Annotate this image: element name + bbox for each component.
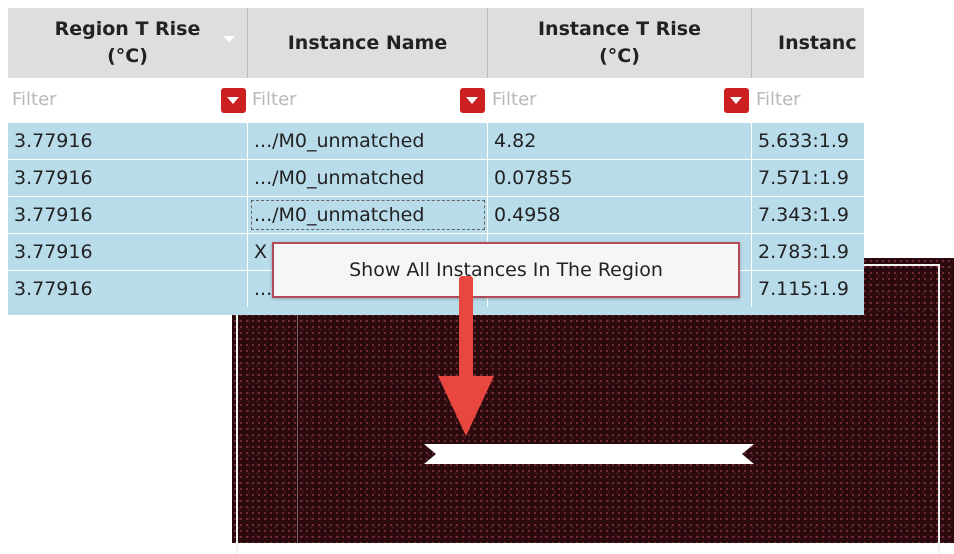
filter-placeholder: Filter xyxy=(12,89,57,110)
column-header-label: Region T Rise (°C) xyxy=(54,18,201,67)
cell-region-t-rise: 3.77916 xyxy=(8,271,248,307)
filter-input-region-t-rise[interactable]: Filter xyxy=(8,78,248,122)
column-header-region-t-rise[interactable]: Region T Rise (°C) xyxy=(8,8,248,78)
arrow-down-icon xyxy=(438,276,494,436)
cell-instance-location: 2.783:1.9 xyxy=(758,241,850,263)
table-row[interactable]: 3.77916 .../M0_unmatched 0.4958 7.343:1.… xyxy=(8,196,864,233)
cell-instance-t-rise: 4.82 xyxy=(488,123,752,159)
filter-input-instance-name[interactable]: Filter xyxy=(248,78,488,122)
cell-instance-location: 7.343:1.9 xyxy=(758,204,850,226)
cell-instance-name: .../M0_unmatched xyxy=(248,123,488,159)
filter-dropdown-icon[interactable] xyxy=(724,88,749,113)
filter-dropdown-icon[interactable] xyxy=(460,88,485,113)
filter-placeholder: Filter xyxy=(756,89,801,110)
column-header-label: Instance T Rise (°C) xyxy=(537,18,701,67)
menu-item-show-all-instances[interactable]: Show All Instances In The Region xyxy=(274,244,738,296)
filter-placeholder: Filter xyxy=(492,89,537,110)
table-row[interactable]: 3.77916 .../M0_unmatched 0.07855 7.571:1… xyxy=(8,159,864,196)
context-menu: Show All Instances In The Region xyxy=(272,242,740,298)
cell-instance-location: 5.633:1.9 xyxy=(758,130,850,152)
layout-guide-line xyxy=(297,300,298,543)
filter-input-instance-t-rise[interactable]: Filter xyxy=(488,78,752,122)
highlighted-region-shape[interactable] xyxy=(424,441,754,467)
cell-instance-t-rise: 0.07855 xyxy=(488,160,752,196)
filter-placeholder: Filter xyxy=(252,89,297,110)
cell-instance-t-rise: 0.4958 xyxy=(488,197,752,233)
cell-region-t-rise: 3.77916 xyxy=(8,234,248,270)
filter-row: Filter Filter Filter Filter xyxy=(8,78,864,122)
cell-instance-name[interactable]: .../M0_unmatched xyxy=(248,197,488,233)
column-header-label: Instanc xyxy=(778,31,857,54)
sort-arrow-icon[interactable] xyxy=(223,36,235,42)
cell-region-t-rise: 3.77916 xyxy=(8,123,248,159)
column-header-instance-t-rise[interactable]: Instance T Rise (°C) xyxy=(488,8,752,78)
cell-instance-location: 7.115:1.9 xyxy=(758,278,850,300)
cell-instance-name: .../M0_unmatched xyxy=(248,160,488,196)
column-header-instance-location[interactable]: Instanc xyxy=(752,8,864,78)
column-header-label: Instance Name xyxy=(287,31,448,54)
filter-dropdown-icon[interactable] xyxy=(221,88,246,113)
cell-region-t-rise: 3.77916 xyxy=(8,197,248,233)
cell-instance-location: 7.571:1.9 xyxy=(758,167,850,189)
filter-input-instance-location[interactable]: Filter xyxy=(752,78,864,122)
column-header-instance-name[interactable]: Instance Name xyxy=(248,8,488,78)
cell-region-t-rise: 3.77916 xyxy=(8,160,248,196)
table-row[interactable]: 3.77916 .../M0_unmatched 4.82 5.633:1.9 xyxy=(8,122,864,159)
